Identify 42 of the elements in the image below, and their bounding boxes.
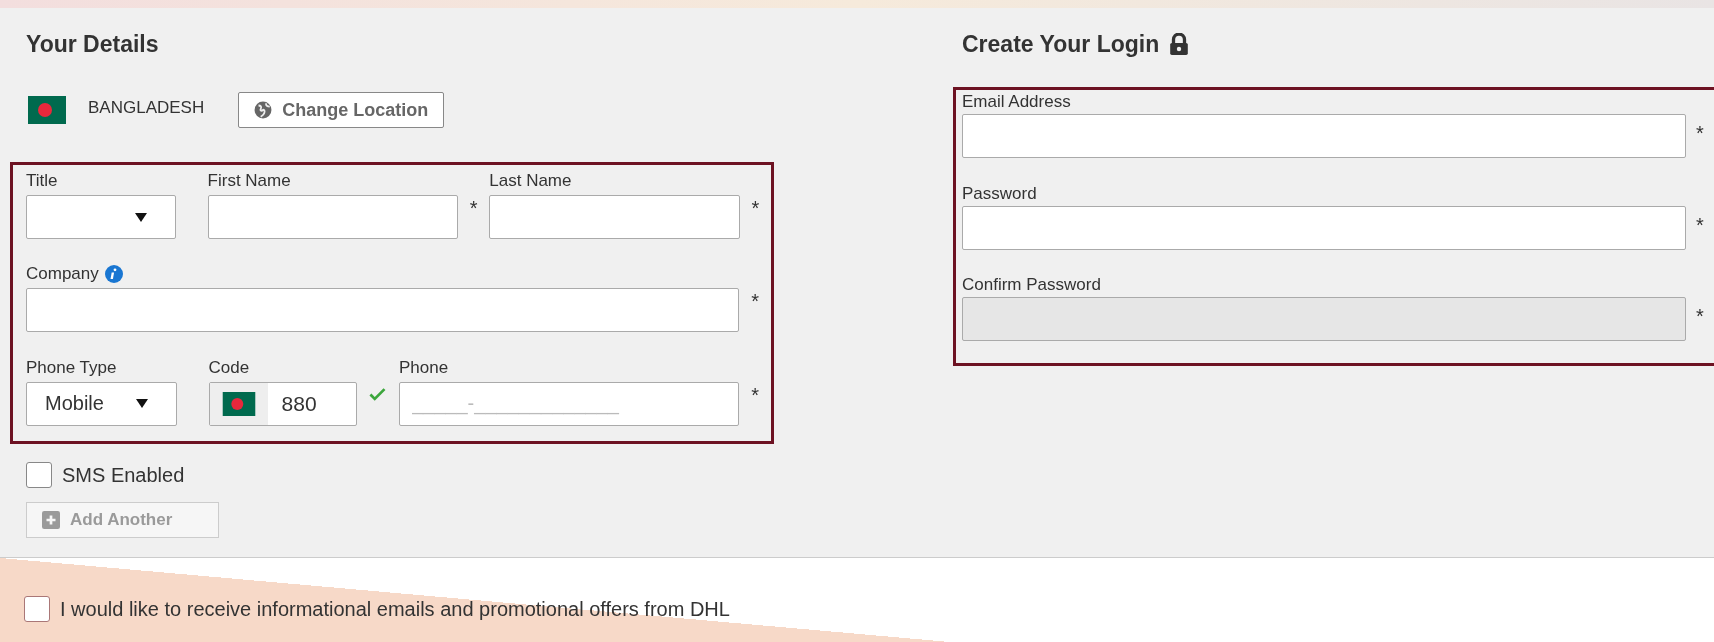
caret-icon (135, 212, 148, 222)
field-label: Title (26, 171, 58, 191)
required-mark: * (750, 196, 761, 220)
text-input[interactable] (207, 195, 458, 239)
field-label: Email Address (962, 92, 1072, 112)
country-code-input[interactable]: 880 (208, 381, 357, 426)
text-input[interactable] (489, 195, 740, 239)
change-location-button[interactable]: Change Location (238, 92, 445, 128)
required-mark: * (1695, 121, 1705, 146)
text-input[interactable]: _____-_____________ (399, 381, 740, 426)
field-label: Last Name (489, 171, 572, 191)
field-label: First Name (207, 171, 291, 191)
section-title: Your Details (25, 29, 160, 59)
field-label: Code (208, 357, 250, 378)
text-input[interactable] (26, 288, 740, 333)
dropdown[interactable] (26, 195, 177, 239)
required-mark: * (750, 289, 761, 314)
sms-checkbox[interactable] (26, 462, 52, 488)
text-input[interactable] (962, 114, 1686, 158)
field-label: Company (26, 264, 99, 285)
required-mark: * (750, 382, 761, 407)
globe-icon (254, 101, 273, 119)
required-mark: * (1695, 304, 1705, 330)
text-input[interactable] (962, 205, 1686, 250)
lock-icon (1169, 33, 1190, 55)
plus-icon (42, 511, 60, 529)
field-label: Phone (399, 357, 449, 378)
section-title: Create Your Login (953, 8, 1714, 78)
field-label: Confirm Password (962, 275, 1102, 296)
required-mark: * (468, 196, 479, 220)
caret-icon (135, 399, 148, 409)
info-icon[interactable] (104, 265, 123, 284)
required-mark: * (1695, 212, 1705, 238)
checkbox-label: I would like to receive informational emails and promotional offers from DHL (60, 597, 730, 621)
checkbox-label: SMS Enabled (62, 463, 185, 487)
country-name: BANGLADESH (88, 98, 205, 118)
flag-icon (220, 391, 257, 416)
dropdown[interactable]: Mobile (26, 381, 177, 426)
promo-checkbox[interactable] (24, 596, 50, 622)
flag-icon (28, 96, 66, 124)
field-label: Phone Type (26, 357, 117, 378)
field-label: Password (962, 183, 1038, 204)
